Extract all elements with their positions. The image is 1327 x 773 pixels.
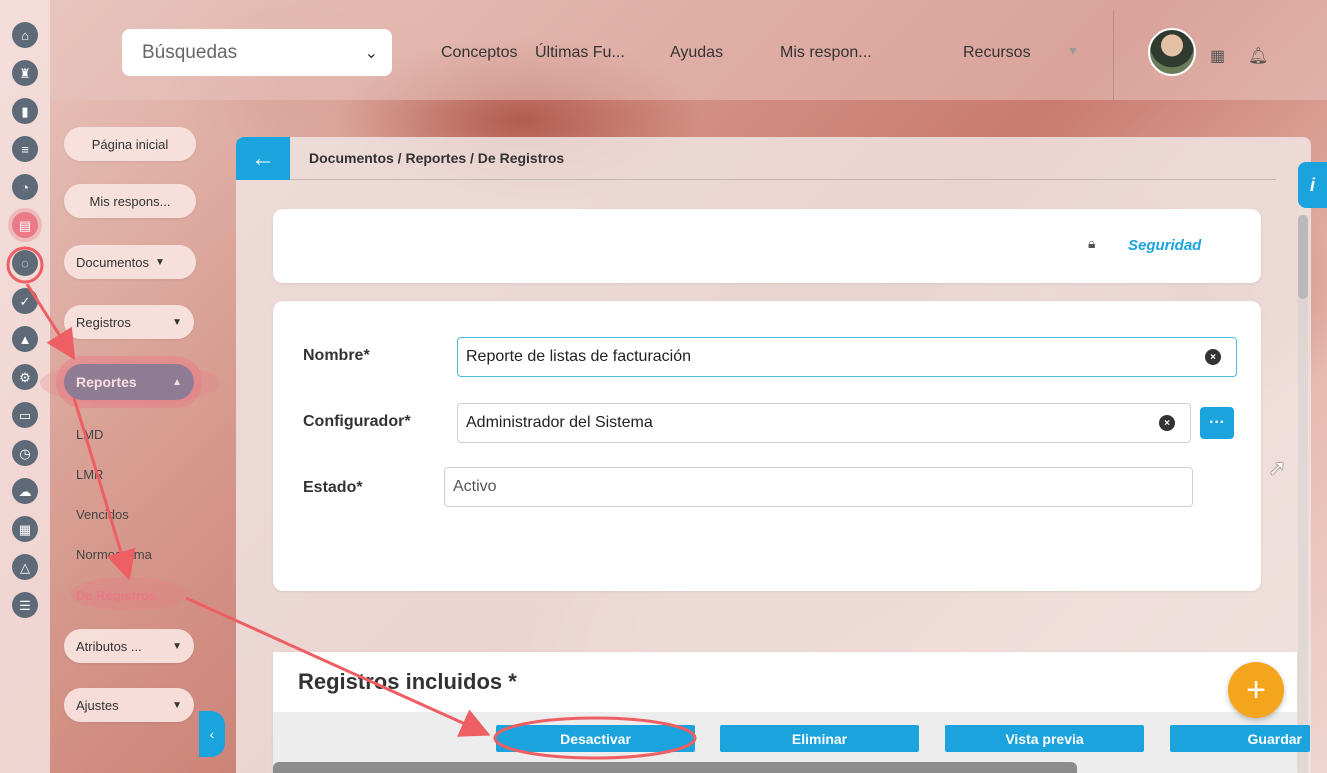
sidebar-item-label: Atributos ... xyxy=(76,638,142,654)
icon-rail: ⌂ ♜ ▮ ≡ ◔ ▤ ◌ ✓ ▲ ⚙ ▭ ◷ ☁ ▦ △ ☰ xyxy=(0,0,50,773)
desactivar-button[interactable]: Desactivar xyxy=(496,725,695,752)
subitem-normograma[interactable]: Normograma xyxy=(76,547,152,562)
nombre-value: Reporte de listas de facturación xyxy=(466,348,692,365)
configurador-label: Configurador* xyxy=(303,413,411,430)
eliminar-button[interactable]: Eliminar xyxy=(720,725,919,752)
bottom-scrollbar[interactable] xyxy=(273,762,1077,773)
section-title: Registros incluidos * xyxy=(298,669,517,694)
sidebar-item-documentos[interactable]: Documentos ▼ xyxy=(64,245,196,279)
caret-down-icon[interactable]: ▼ xyxy=(1067,44,1079,58)
documents-icon[interactable]: ▤ xyxy=(12,212,38,238)
clear-icon[interactable]: × xyxy=(1159,415,1175,431)
bell-icon[interactable]: 🔔︎ xyxy=(1248,46,1268,66)
clear-icon[interactable]: × xyxy=(1205,349,1221,365)
sidebar-item-registros[interactable]: Registros ▼ xyxy=(64,305,194,339)
bar-chart-icon[interactable]: ▮ xyxy=(12,98,38,124)
sidebar-item-label: Mis respons... xyxy=(89,193,171,209)
nav-mis-respon[interactable]: Mis respon... xyxy=(780,44,872,62)
avatar[interactable] xyxy=(1148,28,1196,76)
nav-conceptos[interactable]: Conceptos xyxy=(441,44,518,62)
home-icon[interactable]: ⌂ xyxy=(12,22,38,48)
check-icon[interactable]: ✓ xyxy=(12,288,38,314)
breadcrumb: Documentos / Reportes / De Registros xyxy=(309,150,565,166)
pie-chart-icon[interactable]: ◔ xyxy=(12,174,38,200)
sidebar-item-label: Ajustes xyxy=(76,697,119,713)
divider xyxy=(1113,10,1114,100)
search-select[interactable]: Búsquedas ⌄ xyxy=(122,29,392,76)
cycle-icon[interactable]: ◌ xyxy=(12,250,38,276)
form-icon[interactable]: ☰ xyxy=(12,592,38,618)
calendar-icon[interactable]: ▦ xyxy=(1210,46,1225,66)
sidebar-item-reportes[interactable]: Reportes ▲ xyxy=(64,364,194,400)
monitor-icon[interactable]: ▭ xyxy=(12,402,38,428)
vista-previa-button[interactable]: Vista previa xyxy=(945,725,1144,752)
sidebar-item-atributos[interactable]: Atributos ... ▼ xyxy=(64,629,194,663)
guardar-button[interactable]: Guardar xyxy=(1170,725,1310,752)
caret-down-icon: ▼ xyxy=(172,699,182,711)
warning-icon[interactable]: ▲ xyxy=(12,326,38,352)
top-bar: Búsquedas ⌄ Conceptos Últimas Fu... Ayud… xyxy=(50,0,1327,100)
security-link[interactable]: Seguridad xyxy=(1128,237,1201,254)
sidebar-item-label: Reportes xyxy=(76,374,137,390)
search-select-value: Búsquedas xyxy=(142,41,238,63)
mouse-cursor-icon: ➚ xyxy=(1268,455,1287,480)
nav-ayudas[interactable]: Ayudas xyxy=(670,44,723,62)
subitem-lmr[interactable]: LMR xyxy=(76,467,103,482)
nav-recursos[interactable]: Recursos xyxy=(963,44,1031,62)
caret-down-icon: ▼ xyxy=(154,256,165,268)
lock-icon: 🔒︎ xyxy=(1088,235,1096,251)
estado-field[interactable]: Activo xyxy=(444,467,1193,507)
caret-down-icon: ▼ xyxy=(172,640,182,652)
calendar-icon[interactable]: ▦ xyxy=(12,516,38,542)
subitem-de-registros[interactable]: De Registros xyxy=(76,588,156,603)
subitem-lmd[interactable]: LMD xyxy=(76,427,103,442)
configurador-field[interactable]: Administrador del Sistema xyxy=(457,403,1191,443)
sidebar-item-pagina-inicial[interactable]: Página inicial xyxy=(64,127,196,161)
sidebar-item-ajustes[interactable]: Ajustes ▼ xyxy=(64,688,194,722)
list-icon[interactable]: ≡ xyxy=(12,136,38,162)
sidebar-item-label: Documentos xyxy=(76,254,149,270)
chevron-down-icon: ⌄ xyxy=(364,44,378,62)
security-card xyxy=(273,209,1261,283)
estado-label: Estado* xyxy=(303,479,363,496)
info-tab[interactable]: i xyxy=(1298,162,1327,208)
nav-ultimas[interactable]: Últimas Fu... xyxy=(535,44,625,62)
estado-value: Activo xyxy=(453,478,497,495)
add-button[interactable]: + xyxy=(1228,662,1284,718)
sidebar-item-label: Página inicial xyxy=(91,136,169,152)
clock-icon[interactable]: ◷ xyxy=(12,440,38,466)
sidebar-item-mis-respons[interactable]: Mis respons... xyxy=(64,184,196,218)
nombre-field[interactable]: Reporte de listas de facturación xyxy=(457,337,1237,377)
back-button[interactable]: ← xyxy=(236,137,290,180)
collapse-sidebar-button[interactable]: ‹ xyxy=(199,711,225,757)
tower-icon[interactable]: ♜ xyxy=(12,60,38,86)
gears-icon[interactable]: ⚙ xyxy=(12,364,38,390)
caret-down-icon: ▼ xyxy=(172,316,182,328)
divider xyxy=(290,179,1276,180)
network-icon[interactable]: △ xyxy=(12,554,38,580)
subitem-vencidos[interactable]: Vencidos xyxy=(76,507,129,522)
sidebar-item-label: Registros xyxy=(76,314,131,330)
scrollbar-thumb[interactable] xyxy=(1298,215,1308,299)
nombre-label: Nombre* xyxy=(303,347,370,364)
more-options-button[interactable]: ··· xyxy=(1200,407,1234,439)
configurador-value: Administrador del Sistema xyxy=(466,414,653,431)
caret-up-icon: ▲ xyxy=(172,376,182,388)
cloud-icon[interactable]: ☁ xyxy=(12,478,38,504)
